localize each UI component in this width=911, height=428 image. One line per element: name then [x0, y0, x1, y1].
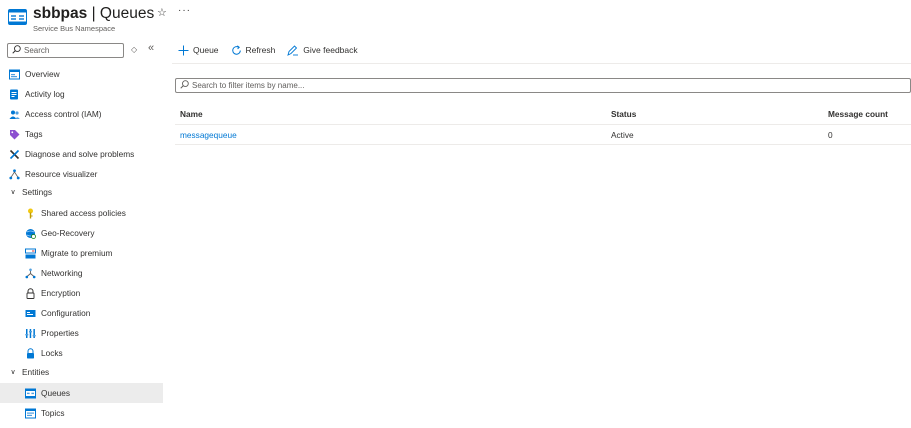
lock-icon [24, 347, 36, 359]
sidebar-item-label: Resource visualizer [25, 169, 98, 179]
sidebar-item-access-control[interactable]: Access control (IAM) [8, 104, 163, 124]
configuration-icon [24, 307, 36, 319]
globe-icon [24, 227, 36, 239]
sidebar-item-label: Access control (IAM) [25, 109, 102, 119]
sidebar-item-topics[interactable]: Topics [24, 403, 163, 423]
sidebar-group-label: Entities [22, 367, 50, 377]
command-bar: Queue Refresh Give feedback [178, 42, 370, 58]
sidebar-group-entities[interactable]: ∨ Entities [8, 362, 163, 382]
feedback-icon [287, 44, 299, 56]
give-feedback-button[interactable]: Give feedback [287, 44, 358, 56]
queue-icon [24, 387, 36, 399]
queue-status: Active [611, 130, 634, 140]
sidebar-item-locks[interactable]: Locks [24, 343, 163, 363]
filter-search-box[interactable] [175, 78, 911, 93]
sidebar-item-properties[interactable]: Properties [24, 323, 163, 343]
network-icon [24, 267, 36, 279]
sidebar-item-label: Overview [25, 69, 60, 79]
queue-message-count: 0 [828, 130, 833, 140]
sidebar-item-queues[interactable]: Queues [0, 383, 163, 403]
lock-icon [24, 287, 36, 299]
page-header: sbbpas | Queues Service Bus Namespace ☆ … [0, 0, 911, 40]
sidebar-item-label: Networking [41, 268, 83, 278]
sidebar-item-tags[interactable]: Tags [8, 124, 163, 144]
column-header-status[interactable]: Status [611, 109, 636, 119]
migrate-icon [24, 247, 36, 259]
add-queue-button[interactable]: Queue [178, 45, 219, 56]
sidebar-item-label: Configuration [41, 308, 91, 318]
plus-icon [178, 45, 189, 56]
key-icon [24, 207, 36, 219]
sidebar-item-label: Shared access policies [41, 208, 126, 218]
refresh-icon [231, 44, 242, 56]
sidebar-item-label: Properties [41, 328, 79, 338]
refresh-button[interactable]: Refresh [231, 44, 276, 56]
queues-table: Name Status Message count messagequeue A… [175, 103, 911, 145]
overview-icon [8, 68, 20, 80]
table-row[interactable]: messagequeue Active 0 [175, 125, 911, 145]
more-icon[interactable]: ··· [178, 5, 191, 16]
properties-icon [24, 327, 36, 339]
sidebar-item-resource-visualizer[interactable]: Resource visualizer [8, 164, 163, 184]
service-bus-icon [8, 9, 27, 25]
sidebar-search-box[interactable] [7, 43, 124, 58]
filter-input[interactable] [192, 81, 792, 90]
sidebar-item-label: Encryption [41, 288, 81, 298]
add-queue-label: Queue [193, 45, 219, 55]
sidebar-item-label: Topics [41, 408, 65, 418]
toolbar-divider [172, 63, 911, 64]
resource-name: sbbpas [33, 5, 88, 22]
give-feedback-label: Give feedback [303, 45, 358, 55]
chevron-down-icon: ∨ [10, 369, 16, 376]
sidebar-group-settings[interactable]: ∨ Settings [8, 182, 163, 202]
sidebar-item-label: Migrate to premium [41, 248, 113, 258]
sidebar-item-configuration[interactable]: Configuration [24, 303, 163, 323]
sidebar-item-overview[interactable]: Overview [8, 64, 163, 84]
sidebar-item-activity-log[interactable]: Activity log [8, 84, 163, 104]
sidebar-item-shared-access-policies[interactable]: Shared access policies [24, 203, 163, 223]
search-icon [12, 45, 21, 56]
sidebar-item-diagnose[interactable]: Diagnose and solve problems [8, 144, 163, 164]
sidebar-group-label: Settings [22, 187, 52, 197]
column-header-message-count[interactable]: Message count [828, 109, 888, 119]
sidebar-item-encryption[interactable]: Encryption [24, 283, 163, 303]
search-icon [180, 80, 189, 91]
activity-log-icon [8, 88, 20, 100]
topic-icon [24, 407, 36, 419]
queue-name-link[interactable]: messagequeue [180, 130, 237, 140]
refresh-label: Refresh [245, 45, 276, 55]
visualizer-icon [8, 168, 20, 180]
blade-name: Queues [99, 5, 155, 22]
sidebar-item-networking[interactable]: Networking [24, 263, 163, 283]
sidebar-item-label: Tags [25, 129, 43, 139]
sidebar-search-input[interactable] [24, 46, 119, 55]
tag-icon [8, 128, 20, 140]
page-title: sbbpas | Queues [33, 5, 154, 23]
sidebar-item-label: Diagnose and solve problems [25, 149, 135, 159]
people-icon [8, 108, 20, 120]
wrench-icon [8, 148, 20, 160]
collapse-sidebar-icon[interactable]: « [148, 42, 154, 54]
sidebar-item-migrate-to-premium[interactable]: Migrate to premium [24, 243, 163, 263]
sidebar-item-label: Queues [41, 388, 71, 398]
chevron-down-icon: ∨ [10, 189, 16, 196]
sidebar-item-label: Locks [41, 348, 63, 358]
column-header-name[interactable]: Name [180, 109, 203, 119]
sidebar-item-label: Activity log [25, 89, 65, 99]
sidebar-item-geo-recovery[interactable]: Geo-Recovery [24, 223, 163, 243]
table-header: Name Status Message count [175, 103, 911, 125]
sidebar: ◇ « Overview Activity log Access control… [0, 40, 163, 428]
sort-icon[interactable]: ◇ [131, 45, 137, 54]
star-icon[interactable]: ☆ [157, 6, 167, 19]
sidebar-item-label: Geo-Recovery [41, 228, 95, 238]
title-separator: | [87, 5, 100, 22]
resource-type-subtitle: Service Bus Namespace [33, 24, 116, 33]
